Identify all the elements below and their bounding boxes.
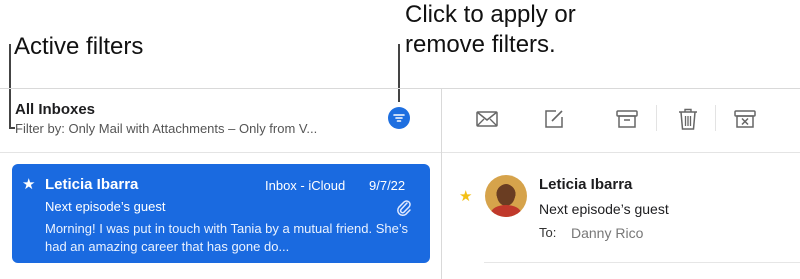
filter-button[interactable] xyxy=(388,107,410,129)
archive-icon xyxy=(616,110,638,128)
compose-icon xyxy=(545,110,563,128)
detail-subject: Next episode’s guest xyxy=(539,201,669,217)
mailbox-title: All Inboxes xyxy=(15,101,96,118)
callout-click-to-apply: Click to apply or remove filters. xyxy=(405,1,576,58)
callout-leader-line xyxy=(9,44,11,128)
paperclip-icon xyxy=(397,200,411,217)
message-preview: Morning! I was put in touch with Tania b… xyxy=(45,221,408,254)
junk-icon xyxy=(734,110,756,128)
callout-active-filters: Active filters xyxy=(14,33,144,60)
detail-sender: Leticia Ibarra xyxy=(539,176,633,193)
flag-star-icon: ★ xyxy=(459,188,473,205)
message-list-item[interactable]: ★ Leticia Ibarra Inbox - iCloud 9/7/22 N… xyxy=(12,164,430,263)
message-subject: Next episode’s guest xyxy=(45,199,166,214)
flag-star-icon: ★ xyxy=(22,176,36,193)
archive-button[interactable] xyxy=(614,106,640,132)
header-bottom-divider xyxy=(0,152,800,153)
avatar xyxy=(485,175,527,217)
detail-to-label: To: xyxy=(539,225,557,240)
trash-icon xyxy=(679,108,697,130)
compose-button[interactable] xyxy=(541,106,567,132)
toolbar-separator xyxy=(715,105,716,131)
header-top-divider xyxy=(0,88,800,89)
get-mail-button[interactable] xyxy=(474,106,500,132)
active-filters-label: Filter by: Only Mail with Attachments – … xyxy=(15,121,318,136)
envelope-icon xyxy=(476,111,498,127)
detail-header-divider xyxy=(484,262,800,263)
message-date: 9/7/22 xyxy=(369,178,406,193)
toolbar-separator xyxy=(656,105,657,131)
trash-button[interactable] xyxy=(675,106,701,132)
junk-button[interactable] xyxy=(732,106,758,132)
callout-leader-line xyxy=(398,44,400,102)
filter-icon xyxy=(393,114,405,122)
pane-divider[interactable] xyxy=(441,88,442,279)
message-mailbox: Inbox - iCloud xyxy=(265,178,346,193)
detail-recipient[interactable]: Danny Rico xyxy=(571,225,643,241)
message-sender: Leticia Ibarra xyxy=(45,176,139,193)
